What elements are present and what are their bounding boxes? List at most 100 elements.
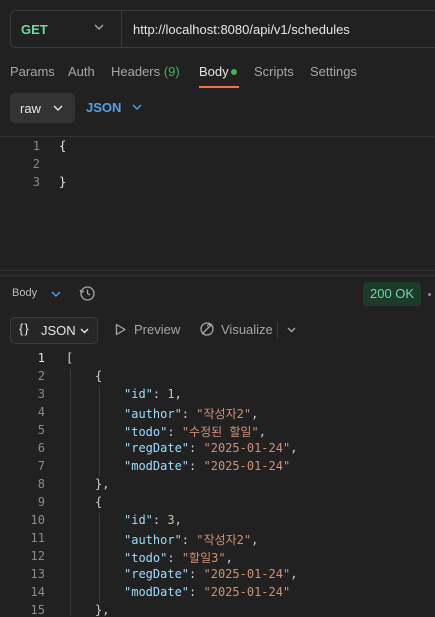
response-line-number: 5 [37, 423, 45, 437]
method-select[interactable]: GET [21, 22, 48, 37]
response-line-number: 6 [37, 441, 45, 455]
url-divider [121, 11, 122, 47]
tab-active-indicator [199, 86, 239, 88]
json-key: "todo" [124, 551, 168, 565]
more-dot-icon[interactable] [428, 293, 431, 296]
json-key: "id" [124, 513, 153, 527]
json-string: "2025-01-24" [203, 567, 291, 581]
json-number: 1 [167, 387, 175, 401]
response-line-number: 4 [37, 405, 45, 419]
json-line-id: "id": 3, [124, 513, 182, 527]
json-line-author: "author": "작성자2", [124, 407, 259, 421]
headers-count: (9) [163, 64, 180, 79]
request-line-number: 2 [32, 157, 40, 171]
json-key: "author" [124, 407, 182, 421]
tab-settings[interactable]: Settings [310, 64, 357, 79]
request-code-line[interactable]: { [59, 139, 66, 153]
url-bar: GET http://localhost:8080/api/v1/schedul… [10, 10, 435, 48]
body-language-select[interactable]: JSON [86, 100, 121, 115]
tab-body[interactable]: Body [199, 64, 229, 79]
history-icon[interactable] [79, 285, 96, 302]
json-string-value: 2025-01-24 [210, 585, 283, 599]
json-line-moddate: "modDate": "2025-01-24" [124, 585, 291, 599]
response-line-number: 9 [37, 495, 45, 509]
json-brace: { [95, 495, 103, 509]
json-line-moddate: "modDate": "2025-01-24" [124, 459, 291, 473]
response-line-number: 8 [37, 477, 45, 491]
json-line-regdate: "regDate": "2025-01-24", [124, 441, 298, 455]
response-line-number: 15 [30, 603, 45, 617]
json-string: "2025-01-24" [203, 441, 291, 455]
braces-icon: {} [19, 321, 30, 336]
response-line-number: 1 [37, 351, 45, 365]
json-string: "할일3" [181, 551, 226, 565]
json-key: "regDate" [124, 441, 190, 455]
chevron-down-icon[interactable] [50, 288, 62, 300]
json-string-value: 수정된 할일 [189, 425, 252, 439]
visualize-button[interactable]: Visualize [221, 322, 273, 337]
json-string-value: 할일3 [189, 551, 219, 565]
response-line-number: 3 [37, 387, 45, 401]
json-line-regdate: "regDate": "2025-01-24", [124, 567, 298, 581]
response-format-select[interactable]: {} JSON [10, 317, 98, 344]
indent-guide [99, 387, 100, 477]
toolbar-divider [277, 322, 278, 338]
json-string: "2025-01-24" [203, 585, 291, 599]
json-brace: }, [95, 603, 110, 617]
json-line-todo: "todo": "할일3", [124, 551, 233, 565]
body-active-dot [231, 69, 237, 75]
play-icon[interactable] [114, 323, 127, 336]
pane-resize-handle[interactable] [0, 274, 435, 277]
url-input[interactable]: http://localhost:8080/api/v1/schedules [133, 22, 350, 37]
json-string: "2025-01-24" [203, 459, 291, 473]
json-string-value: 작성자2 [203, 533, 244, 547]
json-key: "modDate" [124, 585, 190, 599]
response-line-number: 12 [30, 549, 45, 563]
response-format-label: JSON [41, 323, 76, 338]
editor-border [0, 136, 435, 137]
response-line-number: 7 [37, 459, 45, 473]
json-string: "작성자2" [196, 533, 252, 547]
json-brace: { [95, 369, 103, 383]
indent-guide [70, 369, 71, 616]
json-key: "modDate" [124, 459, 190, 473]
preview-button[interactable]: Preview [134, 322, 180, 337]
tab-headers[interactable]: Headers (9) [111, 64, 180, 79]
request-line-number: 1 [32, 139, 40, 153]
tab-scripts[interactable]: Scripts [254, 64, 294, 79]
json-bracket: [ [66, 351, 74, 365]
body-mode-select[interactable]: raw [10, 93, 75, 123]
response-section-select[interactable]: Body [12, 287, 37, 299]
json-string: "수정된 할일" [181, 425, 259, 439]
visualize-icon[interactable] [199, 321, 215, 337]
json-brace: }, [95, 477, 110, 491]
json-line-id: "id": 1, [124, 387, 182, 401]
status-badge: 200 OK [363, 282, 421, 306]
json-string-value: 2025-01-24 [210, 459, 283, 473]
json-number: 3 [167, 513, 175, 527]
body-mode-label: raw [20, 101, 41, 116]
chevron-down-icon[interactable] [286, 324, 297, 335]
response-line-number: 10 [30, 513, 45, 527]
response-line-number: 2 [37, 369, 45, 383]
json-key: "todo" [124, 425, 168, 439]
json-key: "author" [124, 533, 182, 547]
json-string: "작성자2" [196, 407, 252, 421]
request-code-line[interactable]: } [59, 175, 66, 189]
tab-params[interactable]: Params [10, 64, 55, 79]
indent-guide [99, 513, 100, 603]
editor-border [0, 270, 435, 271]
chevron-down-icon [80, 328, 89, 334]
chevron-down-icon[interactable] [131, 101, 143, 113]
json-key: "regDate" [124, 567, 190, 581]
json-line-author: "author": "작성자2", [124, 533, 259, 547]
tab-auth[interactable]: Auth [68, 64, 95, 79]
request-line-number: 3 [32, 175, 40, 189]
chevron-down-icon[interactable] [93, 21, 105, 33]
json-string-value: 2025-01-24 [210, 441, 283, 455]
tab-headers-label: Headers [111, 64, 161, 79]
json-string-value: 2025-01-24 [210, 567, 283, 581]
response-line-number: 13 [30, 567, 45, 581]
json-key: "id" [124, 387, 153, 401]
status-text: 200 OK [370, 286, 415, 301]
